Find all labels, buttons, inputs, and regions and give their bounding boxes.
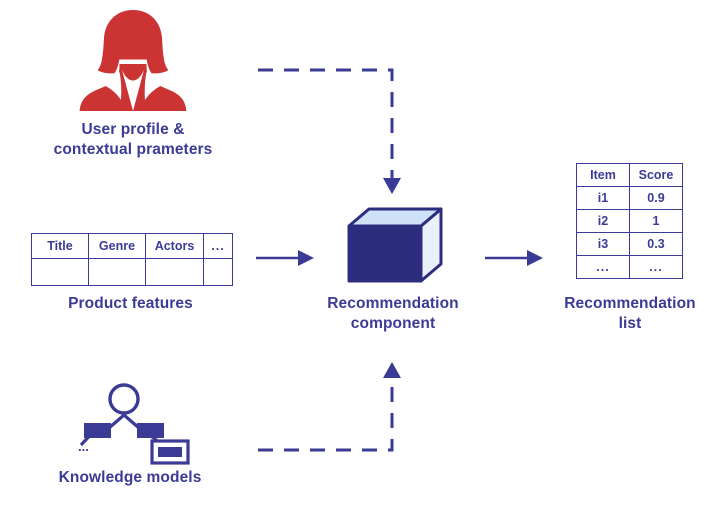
user-profile-label: User profile & contextual prameters (53, 121, 213, 158)
recommendation-list-table: Item Score i1 0.9 i2 1 i3 0.3 ... ... (576, 163, 683, 279)
table-row: i2 1 (576, 209, 683, 233)
column-header: Score (629, 163, 683, 187)
product-features-table: Title Genre Actors ... (31, 233, 233, 286)
table-cell: 0.9 (629, 186, 683, 210)
table-cell: 0.3 (629, 232, 683, 256)
knowledge-graph-ellipsis: ... (78, 439, 89, 454)
table-cell: 1 (629, 209, 683, 233)
table-cell (145, 258, 204, 286)
column-header: Genre (88, 233, 146, 259)
table-cell: ... (576, 255, 630, 279)
recommendation-component-label: Recommendation component (327, 295, 459, 332)
table-row: i1 0.9 (576, 186, 683, 210)
column-header: ... (203, 233, 233, 259)
table-cell (203, 258, 233, 286)
arrow-product-features-to-component (256, 250, 314, 266)
dashed-arrow-knowledge-models-to-component (258, 362, 401, 452)
knowledge-graph-icon: ... (78, 383, 190, 465)
recommender-architecture-diagram: User profile & contextual prameters Titl… (0, 0, 722, 510)
table-cell: i3 (576, 232, 630, 256)
table-cell (31, 258, 89, 286)
table-cell (88, 258, 146, 286)
table-row: i3 0.3 (576, 232, 683, 256)
female-user-silhouette-icon (79, 10, 187, 111)
table-header-row: Item Score (576, 163, 683, 187)
table-cell: i2 (576, 209, 630, 233)
recommendation-list-label: Recommendation list (564, 295, 696, 332)
product-features-label: Product features (68, 295, 193, 312)
table-row (31, 258, 233, 286)
column-header: Actors (145, 233, 204, 259)
dashed-arrow-user-profile-to-component (258, 68, 401, 194)
table-row: ... ... (576, 255, 683, 279)
table-header-row: Title Genre Actors ... (31, 233, 233, 259)
table-cell: ... (629, 255, 683, 279)
3d-cube-icon (347, 207, 443, 283)
knowledge-models-label: Knowledge models (58, 469, 202, 486)
column-header: Title (31, 233, 89, 259)
column-header: Item (576, 163, 630, 187)
arrow-component-to-recommendation-list (485, 250, 543, 266)
table-cell: i1 (576, 186, 630, 210)
